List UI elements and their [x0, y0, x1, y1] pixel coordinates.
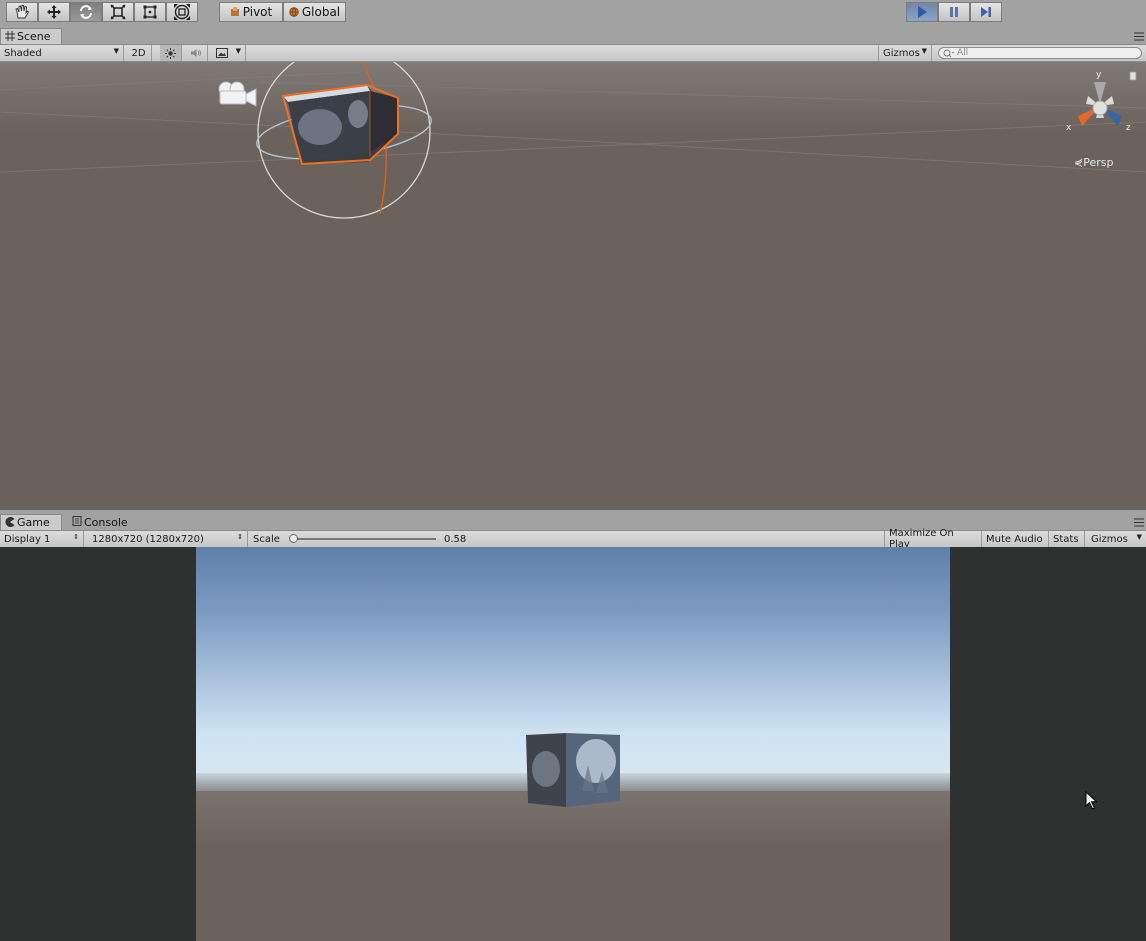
- resolution-dropdown[interactable]: 1280x720 (1280x720) ⇕: [88, 531, 248, 547]
- search-placeholder: All: [957, 48, 969, 58]
- scene-tab-label: Scene: [17, 30, 51, 43]
- scale-label: Scale: [253, 533, 280, 545]
- step-icon: [981, 7, 991, 17]
- display-label: Display 1: [4, 533, 51, 545]
- selected-cube[interactable]: [281, 83, 399, 166]
- rotate-icon: [80, 5, 92, 19]
- projection-label: Persp: [1083, 156, 1114, 169]
- grid-icon: [5, 31, 15, 41]
- axis-label-x: x: [1066, 123, 1072, 133]
- game-toolbar: Display 1 ⇕ 1280x720 (1280x720) ⇕ Scale …: [0, 528, 1146, 550]
- mute-label: Mute Audio: [986, 533, 1043, 545]
- scale-value-label: 0.58: [444, 533, 467, 545]
- global-toggle-button[interactable]: Global: [283, 2, 346, 22]
- tab-scene[interactable]: Scene: [0, 28, 62, 44]
- rect-icon: [143, 5, 157, 19]
- tab-console[interactable]: Console: [68, 514, 160, 530]
- scale-tool-button[interactable]: [102, 2, 134, 22]
- maximize-on-play-toggle[interactable]: Maximize On Play: [884, 528, 982, 550]
- search-icon: [943, 49, 954, 58]
- scene-view[interactable]: y x z ⋞Persp: [0, 62, 1146, 510]
- play-icon: [918, 6, 927, 18]
- dropdown-arrow-icon: ▼: [113, 47, 119, 55]
- game-tab-label: Game: [17, 516, 50, 529]
- pause-button[interactable]: [938, 2, 970, 22]
- effects-dropdown[interactable]: ▼: [212, 45, 246, 61]
- resolution-label: 1280x720 (1280x720): [92, 533, 204, 545]
- 2d-toggle-button[interactable]: 2D: [126, 45, 152, 61]
- stats-toggle[interactable]: Stats: [1049, 531, 1085, 547]
- stats-label: Stats: [1053, 533, 1079, 545]
- dropdown-arrow-icon: ▼: [1136, 533, 1142, 541]
- dropdown-arrow-icon: ▼: [921, 47, 927, 55]
- game-view[interactable]: [0, 547, 1146, 941]
- hand-tool-button[interactable]: [6, 2, 38, 22]
- scale-value: 0.58: [440, 531, 480, 547]
- rotate-tool-button[interactable]: [70, 2, 102, 22]
- pivot-icon: [230, 7, 239, 16]
- global-label: Global: [301, 5, 341, 19]
- shading-mode-dropdown[interactable]: Shaded ▼: [0, 45, 124, 61]
- rotate-gizmo[interactable]: [250, 62, 446, 224]
- transform-tool-button[interactable]: [166, 2, 198, 22]
- pivot-toggle-button[interactable]: Pivot: [219, 2, 283, 22]
- dropdown-arrow-icon: ⇕: [237, 533, 243, 541]
- pivot-label: Pivot: [242, 5, 273, 19]
- game-gizmos-label: Gizmos: [1091, 533, 1128, 545]
- game-gizmos-dropdown[interactable]: Gizmos ▼: [1087, 531, 1146, 547]
- axis-label-y: y: [1096, 70, 1102, 80]
- scene-search-input[interactable]: All: [938, 47, 1142, 59]
- globe-icon: [289, 7, 299, 17]
- console-icon: [72, 516, 82, 526]
- 2d-label: 2D: [131, 47, 146, 59]
- sun-icon: [165, 47, 176, 59]
- main-toolbar: Pivot Global: [0, 0, 1146, 27]
- projection-icon: ⋞: [1074, 156, 1084, 169]
- scene-gizmos-dropdown[interactable]: Gizmos ▼: [878, 45, 932, 61]
- image-icon: [216, 48, 228, 58]
- projection-toggle[interactable]: ⋞Persp: [1074, 156, 1113, 169]
- rect-tool-button[interactable]: [134, 2, 166, 22]
- console-tab-label: Console: [84, 515, 128, 529]
- audio-toggle-button[interactable]: [184, 45, 208, 61]
- dropdown-arrow-icon: ▼: [235, 47, 241, 55]
- move-tool-button[interactable]: [38, 2, 70, 22]
- pacman-icon: [5, 517, 15, 527]
- scale-slider-knob[interactable]: [288, 534, 298, 543]
- speaker-icon: [190, 49, 201, 57]
- play-button[interactable]: [906, 2, 938, 22]
- display-dropdown[interactable]: Display 1 ⇕: [0, 531, 84, 547]
- scale-icon: [110, 4, 126, 20]
- scene-grid: [0, 71, 1146, 173]
- game-viewport[interactable]: [196, 547, 950, 941]
- transform-icon: [174, 4, 190, 20]
- panel-menu-icon[interactable]: [1134, 517, 1144, 527]
- axis-label-z: z: [1126, 123, 1131, 133]
- mouse-cursor-icon: [1085, 791, 1098, 810]
- tab-game[interactable]: Game: [0, 514, 62, 530]
- panel-menu-icon[interactable]: [1134, 31, 1144, 41]
- pause-icon: [950, 7, 958, 17]
- shading-mode-label: Shaded: [4, 47, 42, 59]
- game-cube: [526, 733, 620, 807]
- lock-icon[interactable]: [1129, 71, 1137, 81]
- hand-icon: [15, 5, 30, 19]
- scene-tab-bar: Scene: [0, 28, 1146, 45]
- scene-gizmos-label: Gizmos: [883, 47, 920, 59]
- scene-toolbar: Shaded ▼ 2D ▼ Gizmos ▼ All: [0, 45, 1146, 62]
- scale-slider-track[interactable]: [290, 538, 436, 540]
- dropdown-arrow-icon: ⇕: [73, 533, 79, 541]
- lighting-toggle-button[interactable]: [160, 45, 182, 61]
- mute-audio-toggle[interactable]: Mute Audio: [982, 531, 1049, 547]
- step-button[interactable]: [970, 2, 1002, 22]
- orientation-gizmo[interactable]: y x z: [1060, 68, 1144, 148]
- move-arrows-icon: [47, 5, 61, 19]
